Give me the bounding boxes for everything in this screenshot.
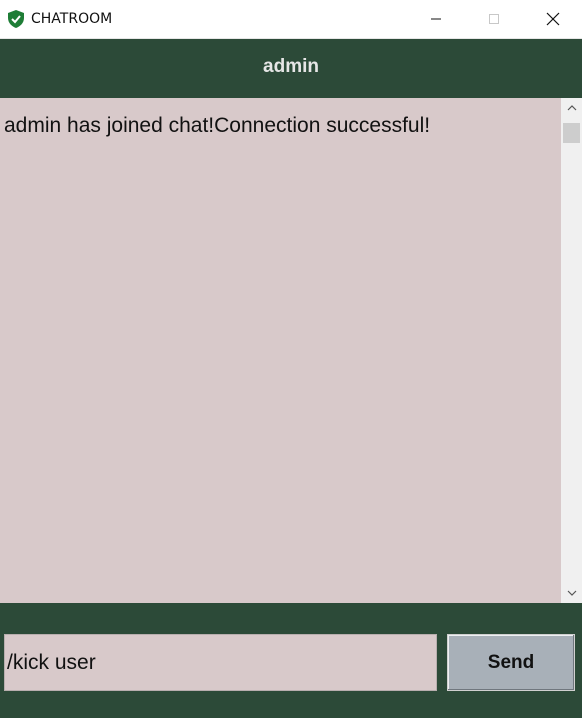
chat-header: admin [0, 39, 582, 94]
close-button[interactable] [530, 0, 576, 38]
maximize-button[interactable] [471, 0, 517, 38]
title-bar: CHATROOM [0, 0, 582, 39]
minimize-icon [431, 18, 441, 20]
chevron-up-icon [567, 105, 576, 111]
shield-check-icon [8, 10, 24, 28]
send-button[interactable]: Send [447, 634, 575, 691]
scroll-down-button[interactable] [561, 583, 582, 603]
minimize-button[interactable] [413, 0, 459, 38]
username-label: admin [263, 55, 319, 77]
chat-scrollbar[interactable] [561, 98, 582, 603]
maximize-icon [489, 14, 499, 24]
message-input[interactable] [4, 634, 437, 691]
scroll-thumb[interactable] [563, 123, 580, 143]
chat-log[interactable]: admin has joined chat!Connection success… [0, 98, 561, 603]
chat-area: admin has joined chat!Connection success… [0, 94, 582, 607]
scroll-up-button[interactable] [561, 98, 582, 118]
close-icon [546, 12, 560, 26]
composer-bar: Send [0, 607, 582, 718]
window-title: CHATROOM [31, 11, 113, 27]
chat-message: admin has joined chat!Connection success… [4, 114, 431, 137]
chevron-down-icon [567, 590, 576, 596]
